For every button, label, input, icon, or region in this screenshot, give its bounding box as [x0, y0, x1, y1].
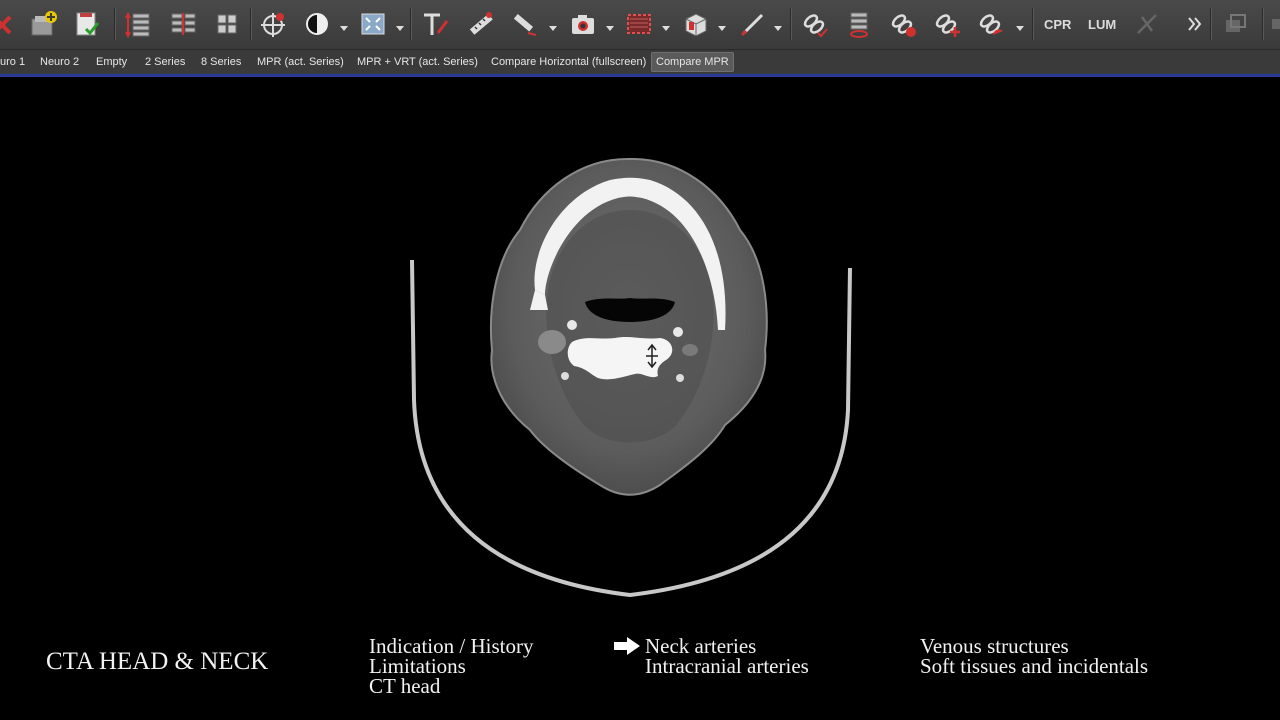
chevron-down-icon[interactable] — [548, 20, 558, 31]
stack-red-icon[interactable] — [842, 6, 876, 42]
chevron-down-icon[interactable] — [339, 20, 349, 31]
outline-item: Soft tissues and incidentals — [920, 654, 1149, 678]
outline-item: Indication / History — [369, 634, 534, 658]
stack-scroll-icon[interactable] — [122, 6, 156, 42]
outline-column-3: Venous structures Soft tissues and incid… — [920, 634, 1149, 678]
chevron-down-icon[interactable] — [395, 20, 405, 31]
disabled-tool-icon — [1130, 6, 1164, 42]
link-palette-icon[interactable] — [974, 6, 1008, 42]
chevron-down-icon[interactable] — [661, 20, 671, 31]
tab-mpr-act-series[interactable]: MPR (act. Series) — [253, 52, 348, 72]
layout-tab-bar: uro 1 Neuro 2 Empty 2 Series 8 Series MP… — [0, 50, 1280, 74]
window-icon[interactable] — [1268, 6, 1280, 42]
outline-item-current: Neck arteries — [645, 634, 757, 658]
link-add-icon[interactable] — [930, 6, 964, 42]
fit-window-icon[interactable] — [356, 6, 390, 42]
outline-item: Intracranial arteries — [645, 654, 809, 678]
tab-8-series[interactable]: 8 Series — [197, 52, 245, 72]
tab-compare-mpr[interactable]: Compare MPR — [651, 52, 734, 72]
outline-item: Limitations — [369, 654, 466, 678]
ct-axial-neck-image[interactable] — [380, 150, 880, 600]
measure-ruler-icon[interactable] — [464, 6, 498, 42]
tab-2-series[interactable]: 2 Series — [141, 52, 189, 72]
pen-icon[interactable] — [736, 6, 770, 42]
presentation-title: CTA HEAD & NECK — [46, 648, 269, 675]
text-annotation-icon[interactable] — [418, 6, 452, 42]
tab-mpr-vrt-act-series[interactable]: MPR + VRT (act. Series) — [353, 52, 482, 72]
outline-column-2: Neck arteries Intracranial arteries — [645, 634, 809, 678]
lum-button[interactable]: LUM — [1084, 13, 1120, 35]
cpr-button[interactable]: CPR — [1040, 13, 1075, 35]
angle-measure-icon[interactable] — [508, 6, 542, 42]
chevron-down-icon[interactable] — [1015, 20, 1025, 31]
arrow-right-icon — [614, 637, 640, 655]
link-r-icon[interactable] — [886, 6, 920, 42]
crosshair-icon[interactable] — [256, 6, 290, 42]
chevron-down-icon[interactable] — [773, 20, 783, 31]
camera-icon[interactable] — [566, 6, 600, 42]
cube-3d-icon[interactable] — [678, 6, 712, 42]
chevron-down-icon[interactable] — [717, 20, 727, 31]
report-check-icon[interactable] — [70, 6, 104, 42]
tab-empty[interactable]: Empty — [92, 52, 131, 72]
contrast-icon[interactable] — [300, 6, 334, 42]
link-check-icon[interactable] — [798, 6, 832, 42]
close-icon[interactable] — [0, 6, 20, 42]
stack-link-icon[interactable] — [166, 6, 200, 42]
window-restore-icon[interactable] — [1218, 6, 1252, 42]
tab-compare-horizontal[interactable]: Compare Horizontal (fullscreen) — [487, 52, 650, 72]
outline-column-1: Indication / History Limitations CT head — [369, 634, 534, 698]
roi-box-icon[interactable] — [622, 6, 656, 42]
outline-item: CT head — [369, 674, 441, 698]
chevron-down-icon[interactable] — [605, 20, 615, 31]
series-add-icon[interactable] — [26, 6, 60, 42]
main-toolbar: CPR LUM — [0, 0, 1280, 50]
tab-neuro-2[interactable]: Neuro 2 — [36, 52, 83, 72]
outline-item: Venous structures — [920, 634, 1069, 658]
grid-layout-icon[interactable] — [210, 6, 244, 42]
tab-neuro-1[interactable]: uro 1 — [0, 52, 29, 72]
double-chevron-right-icon[interactable] — [1178, 6, 1212, 42]
